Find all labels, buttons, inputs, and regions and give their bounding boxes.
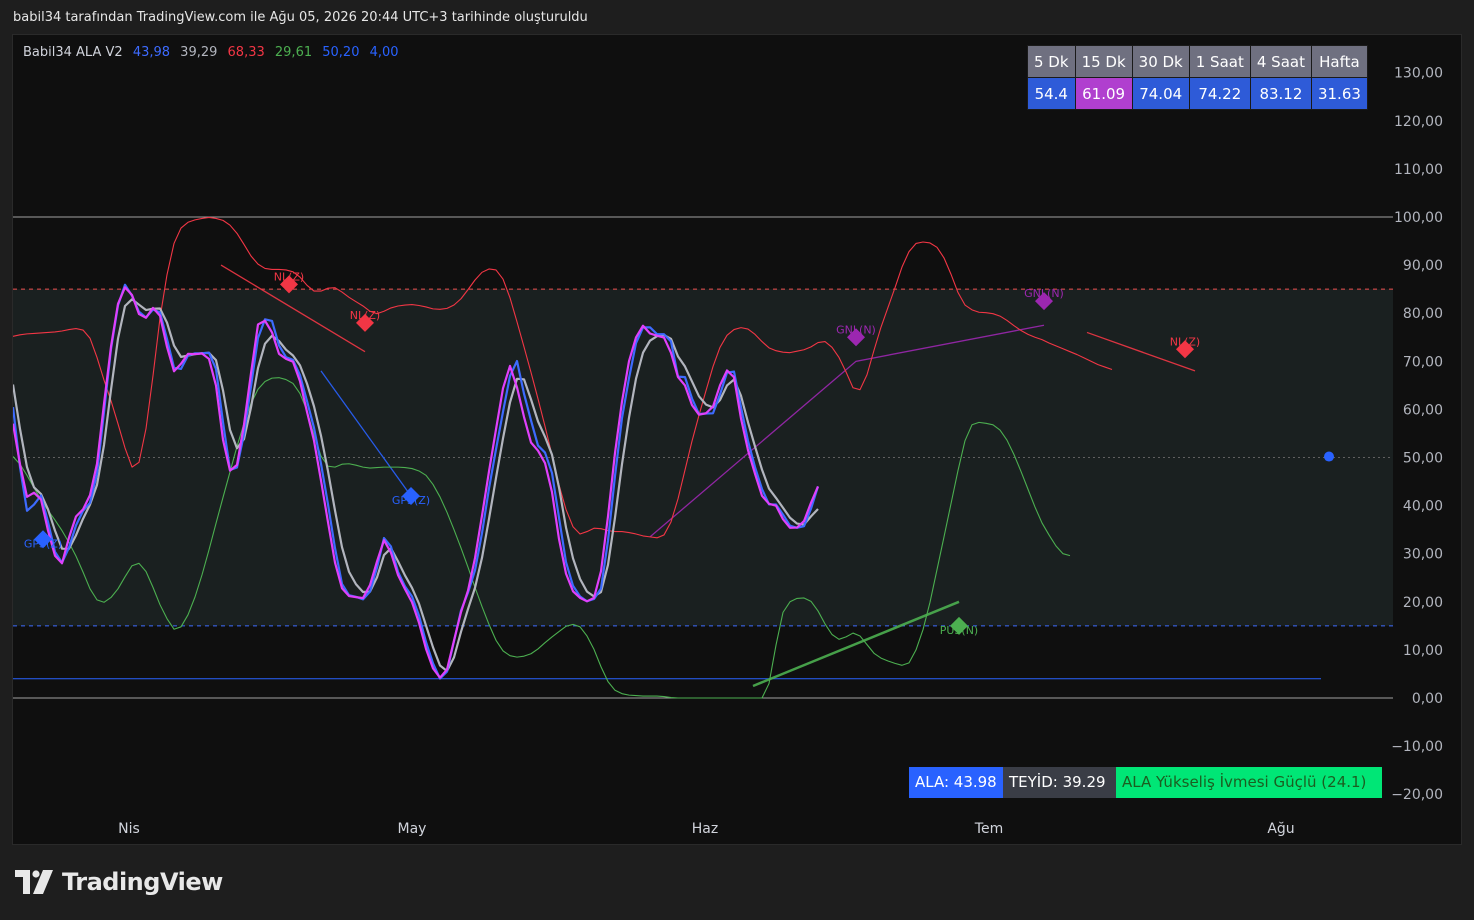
status-message: ALA Yükseliş İvmesi Güçlü (24.1) (1116, 767, 1382, 798)
tf-value-1saat: 74.22 (1188, 77, 1251, 110)
signal-label-5: GNL(N) (836, 323, 876, 336)
tf-header-15dk: 15 Dk (1074, 45, 1133, 78)
tf-header-1saat: 1 Saat (1188, 45, 1251, 78)
y-tick-label: 80,00 (1403, 306, 1443, 322)
indicator-value-5: 50,20 (322, 45, 360, 60)
indicator-legend: Babil34 ALA V2 43,98 39,29 68,33 29,61 5… (23, 45, 405, 60)
timeframe-table: 5 Dk 15 Dk 30 Dk 1 Saat 4 Saat Hafta 54.… (1027, 45, 1368, 110)
y-tick-label: 20,00 (1403, 595, 1443, 611)
indicator-value-2: 39,29 (180, 45, 218, 60)
x-tick-label: Ağu (1267, 821, 1294, 837)
y-tick-label: −20,00 (1391, 787, 1443, 803)
signal-label-3: NL(Z) (350, 309, 380, 322)
chart-caption: babil34 tarafından TradingView.com ile A… (13, 10, 588, 25)
tf-header-4saat: 4 Saat (1249, 45, 1312, 78)
brand-name: TradingView (62, 868, 223, 896)
tradingview-logo-icon (15, 870, 53, 894)
y-tick-label: 110,00 (1394, 162, 1443, 178)
status-teyid: TEYİD: 39.29 (1003, 767, 1116, 798)
tf-value-30dk: 74.04 (1131, 77, 1190, 110)
signal-label-6: PUS(N) (940, 624, 978, 637)
y-tick-label: −10,00 (1391, 739, 1443, 755)
y-tick-label: 50,00 (1403, 451, 1443, 467)
y-tick-label: 90,00 (1403, 258, 1443, 274)
tf-value-15dk: 61.09 (1074, 77, 1133, 110)
x-tick-label: Haz (692, 821, 718, 837)
tf-header-30dk: 30 Dk (1131, 45, 1190, 78)
x-tick-label: Nis (118, 821, 140, 837)
signal-label-4: GPS(Z) (392, 494, 430, 507)
tradingview-logo[interactable]: TradingView (15, 866, 223, 898)
y-tick-label: 60,00 (1403, 402, 1443, 418)
status-ala: ALA: 43.98 (909, 767, 1003, 798)
indicator-value-6: 4,00 (369, 45, 399, 60)
indicator-value-1: 43,98 (132, 45, 171, 60)
y-tick-label: 40,00 (1403, 499, 1443, 515)
chart-panel[interactable]: GPS(Z) NL(Z) NL(Z) GPS(Z) GNL(N) PUS(N) GNL(N)… (12, 34, 1462, 845)
y-tick-label: 30,00 (1403, 547, 1443, 563)
x-tick-label: Tem (974, 821, 1003, 837)
indicator-value-3: 68,33 (227, 45, 265, 60)
y-tick-label: 100,00 (1394, 210, 1443, 226)
y-tick-label: 10,00 (1403, 643, 1443, 659)
signal-label-8: NL(Z) (1170, 335, 1200, 348)
y-tick-label: 70,00 (1403, 354, 1443, 370)
signal-label-1: GPS(Z) (24, 537, 62, 550)
tf-header-hafta: Hafta (1310, 45, 1368, 78)
indicator-chart[interactable]: GPS(Z) NL(Z) NL(Z) GPS(Z) GNL(N) PUS(N) GNL(N)… (13, 35, 1463, 846)
indicator-value-4: 29,61 (274, 45, 313, 60)
tf-header-5dk: 5 Dk (1027, 45, 1076, 78)
y-tick-label: 0,00 (1412, 691, 1443, 707)
tf-value-hafta: 31.63 (1310, 77, 1368, 110)
signal-label-7: GNL(N) (1024, 287, 1064, 300)
tf-value-4saat: 83.12 (1249, 77, 1312, 110)
y-tick-label: 130,00 (1394, 66, 1443, 82)
signal-label-2: NL(Z) (274, 270, 304, 283)
last-value-dot (1324, 451, 1334, 462)
tf-value-5dk: 54.4 (1027, 77, 1076, 110)
indicator-name: Babil34 ALA V2 (23, 45, 123, 60)
y-tick-label: 120,00 (1394, 114, 1443, 130)
x-tick-label: May (398, 821, 427, 837)
